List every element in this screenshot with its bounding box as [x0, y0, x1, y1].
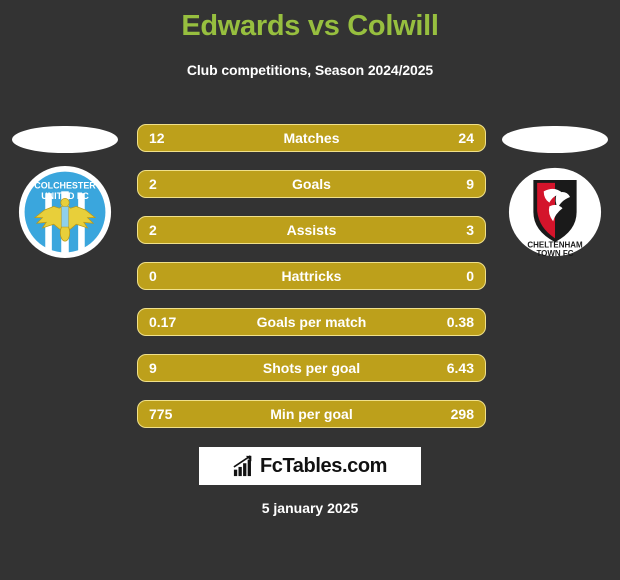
away-value: 0.38 [446, 314, 474, 330]
away-value: 6.43 [446, 360, 474, 376]
player-comparison-infographic: Edwards vs Colwill Club competitions, Se… [0, 0, 620, 580]
svg-text:TOWN FC: TOWN FC [536, 249, 573, 258]
stat-label: Hattricks [281, 268, 342, 284]
page-title: Edwards vs Colwill [181, 10, 439, 42]
table-row: 2 Goals 9 [137, 170, 486, 198]
bar-chart-icon [233, 455, 255, 477]
home-team-name-plate [12, 126, 118, 153]
fctables-logo[interactable]: FcTables.com [199, 447, 421, 485]
table-row: 775 Min per goal 298 [137, 400, 486, 428]
stat-label: Shots per goal [262, 360, 361, 376]
colchester-united-fc-crest: COLCHESTER UNITED FC [18, 165, 112, 259]
date-label: 5 january 2025 [261, 500, 359, 516]
away-team-name-plate [502, 126, 608, 153]
stat-label: Min per goal [270, 406, 353, 422]
away-value: 24 [458, 130, 474, 146]
cheltenham-town-fc-crest: CHELTENHAM TOWN FC [508, 165, 602, 259]
table-row: 0 Hattricks 0 [137, 262, 486, 290]
svg-text:COLCHESTER: COLCHESTER [34, 181, 96, 191]
table-row: 2 Assists 3 [137, 216, 486, 244]
stat-label: Matches [283, 130, 340, 146]
table-row: 9 Shots per goal 6.43 [137, 354, 486, 382]
away-value: 298 [450, 406, 474, 422]
table-row: 0.17 Goals per match 0.38 [137, 308, 486, 336]
stat-label: Goals [292, 176, 331, 192]
stat-label: Assists [286, 222, 337, 238]
stat-label: Goals per match [256, 314, 367, 330]
page-subtitle: Club competitions, Season 2024/2025 [186, 62, 434, 78]
away-team-panel: CHELTENHAM TOWN FC [490, 120, 620, 290]
brand-text: FcTables.com [259, 454, 388, 477]
table-row: 12 Matches 24 [137, 124, 486, 152]
stats-list: 12 Matches 24 2 Goals 9 2 Assists 3 0 Ha… [137, 124, 486, 446]
home-team-panel: COLCHESTER UNITED FC [0, 120, 130, 290]
away-value: 0 [466, 268, 474, 284]
away-value: 9 [466, 176, 474, 192]
away-value: 3 [466, 222, 474, 238]
